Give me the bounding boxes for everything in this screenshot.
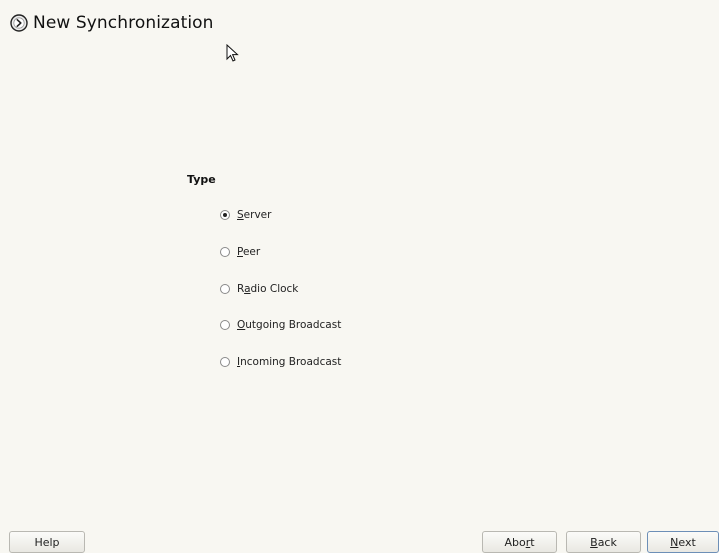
abort-button[interactable]: Abo r t (482, 531, 557, 553)
back-button[interactable]: Back (566, 531, 641, 553)
radio-label-peer[interactable]: Peer (237, 246, 260, 258)
radio-option-server[interactable]: Server (220, 207, 271, 223)
radio-button[interactable] (220, 357, 230, 367)
radio-option-outgoing-broadcast[interactable]: Outgoing Broadcast (220, 317, 341, 333)
circle-arrow-icon (10, 14, 28, 32)
radio-label-outgoing-broadcast[interactable]: Outgoing Broadcast (237, 319, 341, 331)
radio-label-server[interactable]: Server (237, 209, 271, 221)
page-title: New Synchronization (33, 13, 214, 33)
radio-label-radio-clock[interactable]: Radio Clock (237, 283, 298, 295)
page-header: New Synchronization (10, 11, 214, 35)
radio-button[interactable] (220, 284, 230, 294)
radio-button[interactable] (220, 247, 230, 257)
help-button[interactable]: Help (9, 531, 85, 553)
radio-button[interactable] (220, 320, 230, 330)
radio-button[interactable] (220, 210, 230, 220)
radio-label-incoming-broadcast[interactable]: Incoming Broadcast (237, 356, 341, 368)
mouse-pointer-icon (226, 43, 240, 64)
radio-option-radio-clock[interactable]: Radio Clock (220, 281, 298, 297)
radio-option-peer[interactable]: Peer (220, 244, 260, 260)
radio-option-incoming-broadcast[interactable]: Incoming Broadcast (220, 354, 341, 370)
next-button[interactable]: Next (647, 531, 719, 553)
type-group-label: Type (187, 173, 216, 186)
